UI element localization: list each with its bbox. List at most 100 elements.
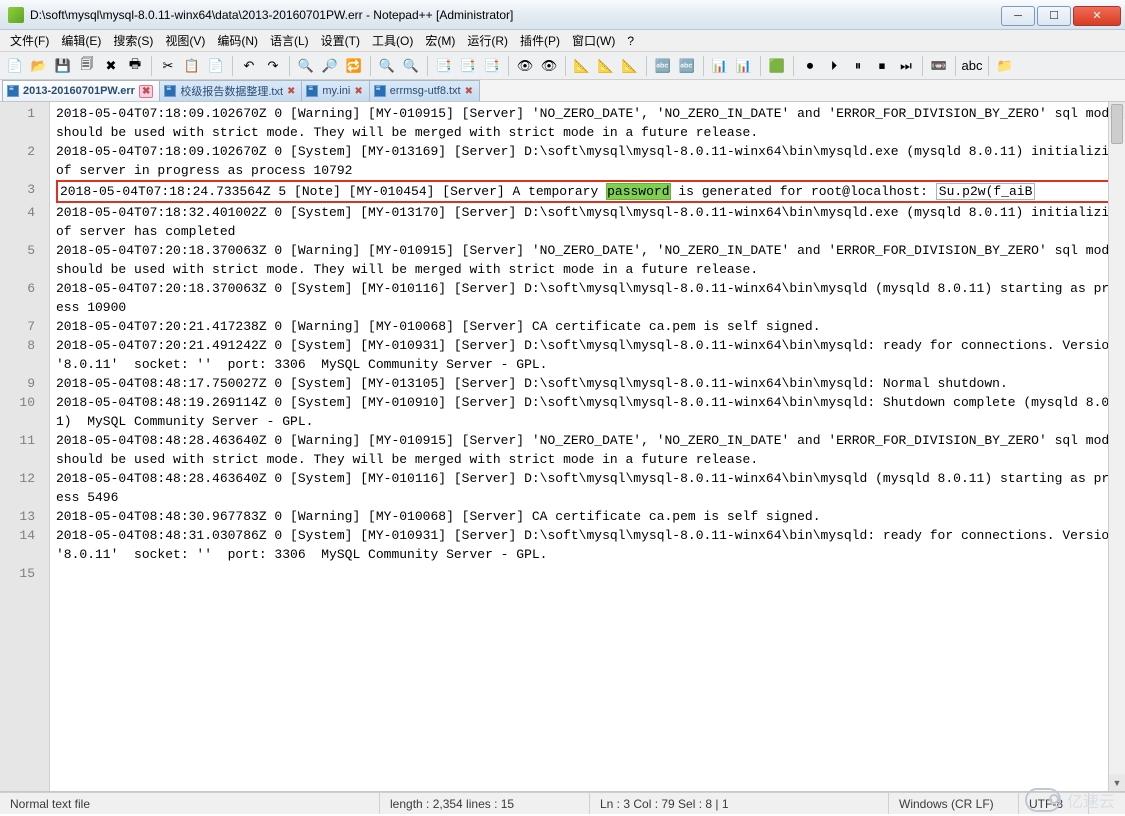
toolbar-button-9[interactable]: 📄	[205, 55, 227, 77]
document-tab-0[interactable]: 2013-20160701PW.err✖	[2, 80, 160, 101]
toolbar-button-12[interactable]: ↷	[262, 55, 284, 77]
toolbar-button-41[interactable]: ⏵	[823, 55, 845, 77]
log-line-5[interactable]: 2018-05-04T07:20:18.370063Z 0 [Warning] …	[56, 241, 1125, 279]
log-line-4[interactable]: 2018-05-04T07:18:32.401002Z 0 [System] […	[56, 203, 1125, 241]
toolbar-button-46[interactable]: 📼	[928, 55, 950, 77]
menu-item-1[interactable]: 编辑(E)	[55, 30, 107, 51]
log-line-11[interactable]: 2018-05-04T08:48:28.463640Z 0 [Warning] …	[56, 431, 1125, 469]
menu-item-4[interactable]: 编码(N)	[211, 30, 264, 51]
menu-bar: 文件(F)编辑(E)搜索(S)视图(V)编码(N)语言(L)设置(T)工具(O)…	[0, 30, 1125, 52]
toolbar-button-1[interactable]: 📂	[28, 55, 50, 77]
toolbar-button-4[interactable]: ✖	[100, 55, 122, 77]
file-icon	[374, 85, 386, 97]
tab-label: my.ini	[322, 85, 350, 97]
scroll-down-arrow-icon[interactable]: ▼	[1109, 774, 1125, 791]
toolbar-button-29[interactable]: 📐	[595, 55, 617, 77]
close-tab-icon[interactable]: ✖	[139, 85, 153, 98]
log-line-7[interactable]: 2018-05-04T07:20:21.417238Z 0 [Warning] …	[56, 317, 1125, 336]
toolbar-button-18[interactable]: 🔍	[376, 55, 398, 77]
toolbar-button-23[interactable]: 📑	[481, 55, 503, 77]
toolbar-button-19[interactable]: 🔍	[400, 55, 422, 77]
toolbar-button-42[interactable]: ⏸	[847, 55, 869, 77]
toolbar-button-44[interactable]: ⏭	[895, 55, 917, 77]
toolbar-button-11[interactable]: ↶	[238, 55, 260, 77]
log-line-10[interactable]: 2018-05-04T08:48:19.269114Z 0 [System] […	[56, 393, 1125, 431]
menu-item-5[interactable]: 语言(L)	[264, 30, 315, 51]
toolbar-button-2[interactable]: 💾	[52, 55, 74, 77]
log-line-3[interactable]: 2018-05-04T07:18:24.733564Z 5 [Note] [MY…	[56, 180, 1125, 203]
toolbar-button-35[interactable]: 📊	[709, 55, 731, 77]
toolbar-button-26[interactable]: 👁	[538, 55, 560, 77]
vertical-scrollbar[interactable]: ▲ ▼	[1108, 102, 1125, 791]
toolbar-button-38[interactable]: 🟩	[766, 55, 788, 77]
toolbar-button-32[interactable]: 🔤	[652, 55, 674, 77]
toolbar-button-7[interactable]: ✂	[157, 55, 179, 77]
line-number: 4	[0, 203, 49, 241]
menu-item-7[interactable]: 工具(O)	[366, 30, 419, 51]
search-highlight: password	[606, 183, 670, 200]
toolbar-button-25[interactable]: 👁	[514, 55, 536, 77]
toolbar-button-0[interactable]: 📄	[4, 55, 26, 77]
scroll-thumb[interactable]	[1111, 104, 1123, 144]
toolbar-button-21[interactable]: 📑	[433, 55, 455, 77]
menu-item-3[interactable]: 视图(V)	[159, 30, 211, 51]
toolbar-button-43[interactable]: ⏹	[871, 55, 893, 77]
toolbar-button-3[interactable]: 🗐	[76, 55, 98, 77]
log-line-9[interactable]: 2018-05-04T08:48:17.750027Z 0 [System] […	[56, 374, 1125, 393]
toolbar-button-33[interactable]: 🔤	[676, 55, 698, 77]
log-line-2[interactable]: 2018-05-04T07:18:09.102670Z 0 [System] […	[56, 142, 1125, 180]
document-tab-2[interactable]: my.ini ✖	[301, 80, 369, 101]
toolbar-button-36[interactable]: 📊	[733, 55, 755, 77]
toolbar-button-40[interactable]: ⏺	[799, 55, 821, 77]
toolbar-separator	[565, 56, 566, 76]
line-number: 1	[0, 104, 49, 142]
close-tab-icon[interactable]: ✖	[287, 86, 295, 97]
toolbar-button-8[interactable]: 📋	[181, 55, 203, 77]
log-line-13[interactable]: 2018-05-04T08:48:30.967783Z 0 [Warning] …	[56, 507, 1125, 526]
line-number: 12	[0, 469, 49, 507]
menu-item-8[interactable]: 宏(M)	[419, 30, 461, 51]
maximize-button[interactable]: ☐	[1037, 6, 1071, 26]
log-line-14[interactable]: 2018-05-04T08:48:31.030786Z 0 [System] […	[56, 526, 1125, 564]
document-tab-1[interactable]: 校级报告数据整理.txt✖	[159, 80, 302, 101]
menu-item-9[interactable]: 运行(R)	[461, 30, 514, 51]
line-number-gutter: 123456789101112131415	[0, 102, 50, 791]
menu-item-2[interactable]: 搜索(S)	[107, 30, 159, 51]
toolbar-separator	[508, 56, 509, 76]
text-editor[interactable]: 2018-05-04T07:18:09.102670Z 0 [Warning] …	[50, 102, 1125, 791]
menu-item-10[interactable]: 插件(P)	[514, 30, 566, 51]
minimize-button[interactable]: ─	[1001, 6, 1035, 26]
menu-item-0[interactable]: 文件(F)	[4, 30, 55, 51]
toolbar-button-22[interactable]: 📑	[457, 55, 479, 77]
toolbar-button-48[interactable]: abc	[961, 55, 983, 77]
toolbar-button-15[interactable]: 🔎	[319, 55, 341, 77]
log-line-8[interactable]: 2018-05-04T07:20:21.491242Z 0 [System] […	[56, 336, 1125, 374]
status-bar: Normal text file length : 2,354 lines : …	[0, 792, 1125, 814]
log-line-1[interactable]: 2018-05-04T07:18:09.102670Z 0 [Warning] …	[56, 104, 1125, 142]
tab-bar: 2013-20160701PW.err✖校级报告数据整理.txt✖ my.ini ✖…	[0, 80, 1125, 102]
toolbar-button-16[interactable]: 🔁	[343, 55, 365, 77]
toolbar-separator	[793, 56, 794, 76]
close-tab-icon[interactable]: ✖	[354, 86, 362, 97]
toolbar-separator	[232, 56, 233, 76]
menu-item-12[interactable]: ?	[621, 32, 640, 50]
close-button[interactable]: ✕	[1073, 6, 1121, 26]
toolbar-button-5[interactable]: 🖶	[124, 55, 146, 77]
log-line-12[interactable]: 2018-05-04T08:48:28.463640Z 0 [System] […	[56, 469, 1125, 507]
menu-item-6[interactable]: 设置(T)	[315, 30, 366, 51]
status-eol: Windows (CR LF)	[889, 793, 1019, 814]
toolbar-button-30[interactable]: 📐	[619, 55, 641, 77]
line-number: 13	[0, 507, 49, 526]
menu-item-11[interactable]: 窗口(W)	[566, 30, 621, 51]
status-cursor: Ln : 3 Col : 79 Sel : 8 | 1	[590, 793, 889, 814]
toolbar-separator	[289, 56, 290, 76]
document-tab-3[interactable]: errmsg-utf8.txt✖	[369, 80, 480, 101]
log-line-6[interactable]: 2018-05-04T07:20:18.370063Z 0 [System] […	[56, 279, 1125, 317]
file-icon	[306, 85, 318, 97]
toolbar-button-50[interactable]: 📁	[994, 55, 1016, 77]
close-tab-icon[interactable]: ✖	[465, 86, 473, 97]
toolbar-button-14[interactable]: 🔍	[295, 55, 317, 77]
toolbar-button-28[interactable]: 📐	[571, 55, 593, 77]
line-number: 7	[0, 317, 49, 336]
window-controls: ─ ☐ ✕	[1001, 4, 1125, 26]
